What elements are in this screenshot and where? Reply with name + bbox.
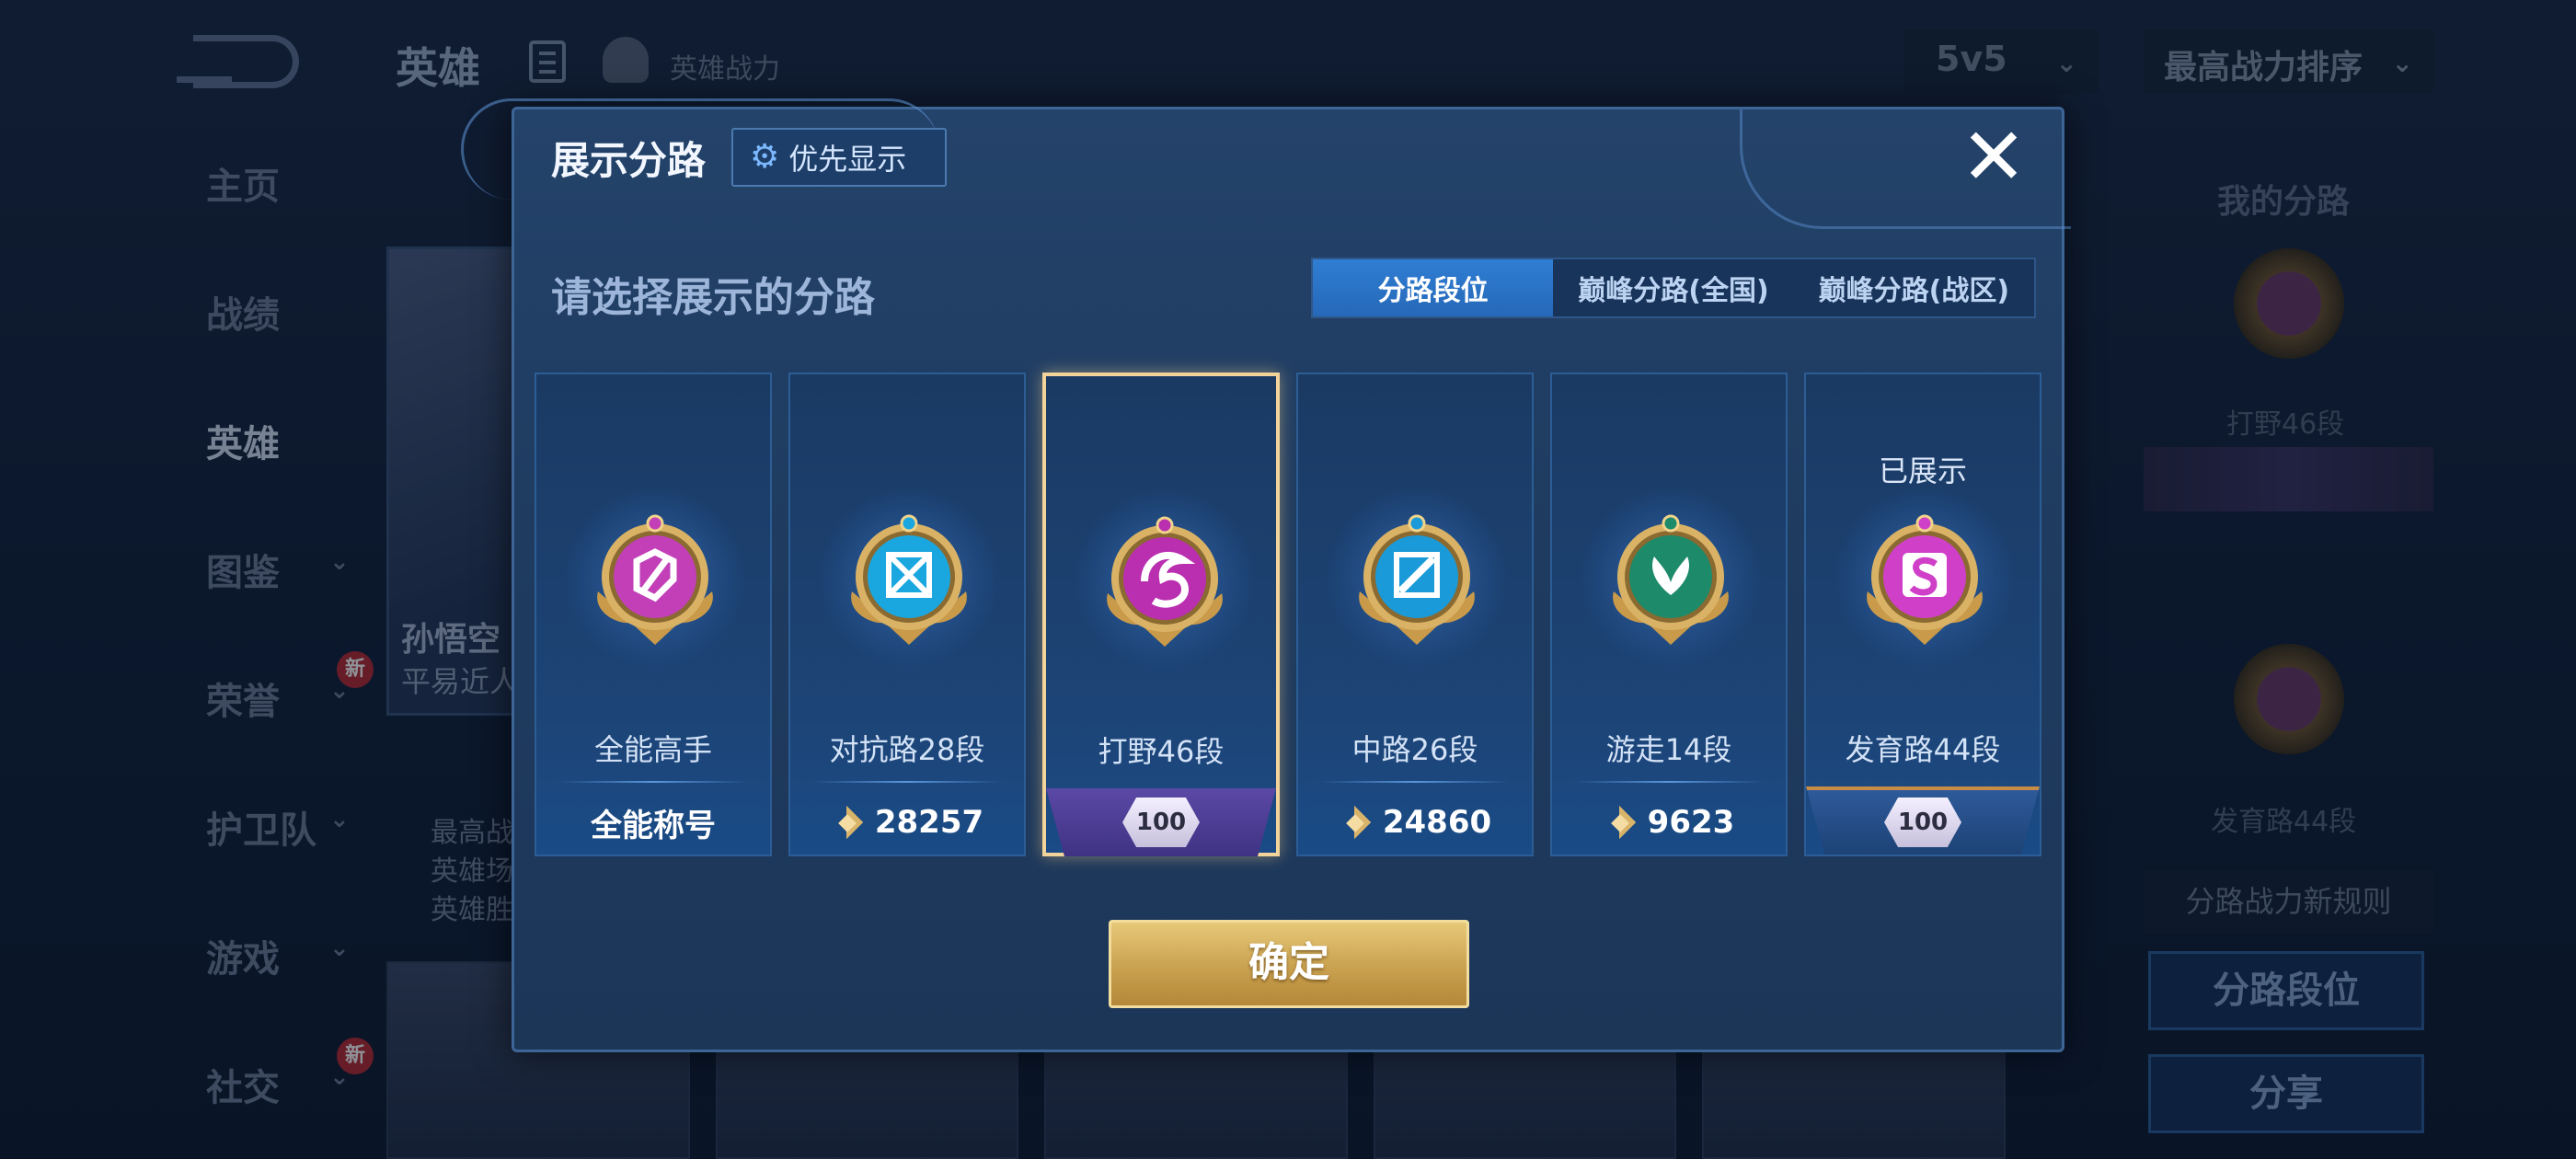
lane-power-value: 24860 <box>1382 804 1492 841</box>
tab-lane-rank[interactable]: 分路段位 <box>1313 259 1554 316</box>
close-icon[interactable]: ✕ <box>1957 118 2030 197</box>
mid-lane-icon <box>1359 514 1475 645</box>
rank-badge: 100 <box>1122 798 1200 847</box>
lane-card-title: 打野46段 <box>1098 734 1225 769</box>
lane-card[interactable]: 打野46段 100 <box>1042 373 1280 856</box>
dialog-title: 展示分路 <box>551 138 707 183</box>
lane-card[interactable]: 中路26段 24860 <box>1296 373 1534 856</box>
lane-emblem <box>845 511 973 648</box>
lane-card-list: 全能高手 全能称号 对抗路28段 28257 打野46段 100 中路26段 24860 游走1… <box>535 373 2043 856</box>
lane-power-value: 9623 <box>1647 804 1735 841</box>
lane-card-footer: 24860 <box>1298 790 1532 855</box>
lane-card-title: 对抗路28段 <box>829 732 985 767</box>
priority-display-button[interactable]: ⚙ 优先显示 <box>731 128 947 187</box>
lane-card-footer: 9623 <box>1552 790 1786 855</box>
tab-peak-region[interactable]: 巅峰分路(战区) <box>1794 259 2034 316</box>
lane-tabs: 分路段位 巅峰分路(全国) 巅峰分路(战区) <box>1311 258 2036 318</box>
rank-badge: 100 <box>1884 798 1961 847</box>
lane-emblem <box>1100 512 1229 650</box>
power-icon <box>1339 809 1372 836</box>
lane-emblem <box>1606 511 1735 648</box>
lane-power-value: 28257 <box>874 804 984 841</box>
lane-emblem <box>591 511 719 648</box>
priority-display-label: 优先显示 <box>788 142 907 177</box>
tab-peak-national[interactable]: 巅峰分路(全国) <box>1553 259 1793 316</box>
clash-lane-icon <box>851 514 967 645</box>
lane-card-footer: 全能称号 <box>536 790 770 855</box>
lane-card[interactable]: 全能高手 全能称号 <box>535 373 772 856</box>
display-lane-dialog: 展示分路 ⚙ 优先显示 ✕ 请选择展示的分路 分路段位 巅峰分路(全国) 巅峰分… <box>461 98 2071 1052</box>
lane-card-title: 全能高手 <box>593 732 712 767</box>
dialog-subtitle: 请选择展示的分路 <box>551 274 875 321</box>
confirm-button[interactable]: 确定 <box>1109 920 1469 1008</box>
card-divider <box>558 781 748 783</box>
lane-card[interactable]: 已展示 发育路44段 100 <box>1804 373 2041 856</box>
lane-card-title: 发育路44段 <box>1845 732 2001 767</box>
farm-lane-icon <box>1867 514 1983 645</box>
lane-card-footer: 28257 <box>790 790 1024 855</box>
roam-icon <box>1613 514 1729 645</box>
all-round-title: 全能称号 <box>591 807 716 844</box>
power-icon <box>831 809 864 836</box>
jungle-icon <box>1107 516 1223 647</box>
card-divider <box>1320 781 1510 783</box>
lane-card-title: 游走14段 <box>1605 732 1732 767</box>
lane-emblem <box>1860 511 1989 648</box>
rank-ribbon: 100 <box>1806 786 2040 855</box>
lane-emblem <box>1352 511 1481 648</box>
all-round-icon <box>597 514 713 645</box>
rank-ribbon: 100 <box>1046 788 1276 856</box>
power-icon <box>1604 809 1637 836</box>
lane-card[interactable]: 对抗路28段 28257 <box>788 373 1026 856</box>
lane-card[interactable]: 游走14段 9623 <box>1550 373 1788 856</box>
card-divider <box>1574 781 1764 783</box>
gear-icon: ⚙ <box>750 138 780 176</box>
card-divider <box>812 781 1002 783</box>
lane-card-title: 中路26段 <box>1351 732 1478 767</box>
